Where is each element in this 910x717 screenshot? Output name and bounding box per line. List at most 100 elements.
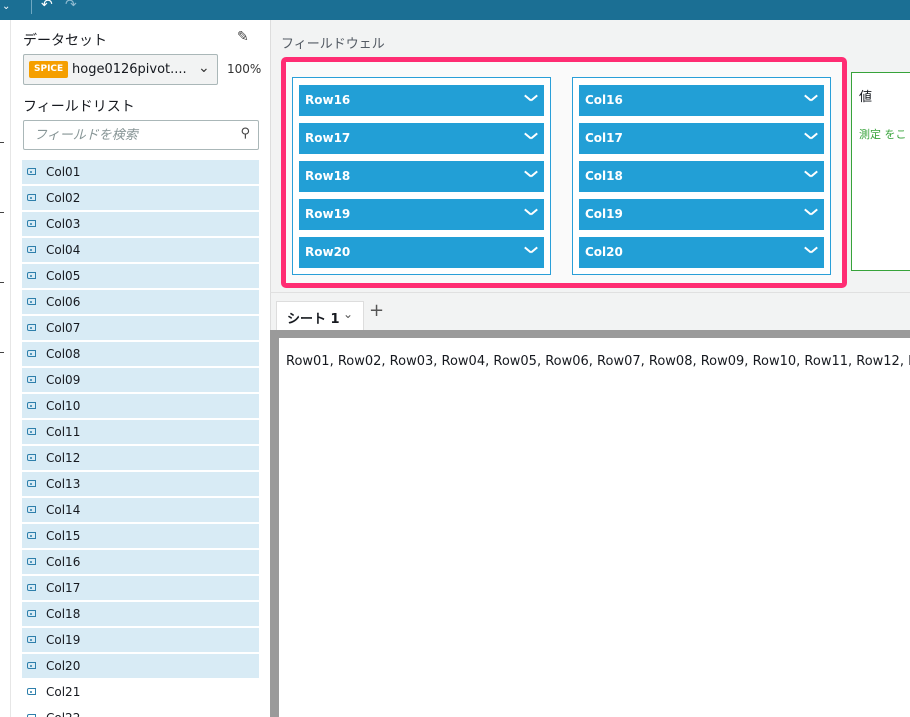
field-list-item-label: Col19 [46,633,81,647]
chevron-down-icon: ⌄ [198,60,210,76]
field-list-panel: データセット ✎ SPICE hoge0126pivot.... ⌄ 100% … [10,20,269,717]
field-list-item[interactable]: Col08 [22,342,259,366]
toolbar-divider [31,0,32,14]
columns-well[interactable]: Col16 Col17 Col18 Col19 Col20 [572,77,831,275]
field-list-item[interactable]: Col21 [22,680,259,704]
dimension-tag-icon [27,480,36,487]
add-sheet-button[interactable]: + [369,302,384,320]
field-list-item[interactable]: Col03 [22,212,259,236]
dataset-title: データセット [23,33,107,49]
column-field-pill[interactable]: Col19 [579,199,824,230]
values-well-title: 値 [859,90,873,105]
chevron-down-icon[interactable]: ⌄ [2,0,10,14]
chevron-down-icon[interactable] [526,94,536,104]
field-list-item[interactable]: Col22 [22,706,259,717]
field-list-item[interactable]: Col16 [22,550,259,574]
undo-icon[interactable]: ↶ [41,0,53,13]
column-field-pill[interactable]: Col17 [579,123,824,154]
chevron-down-icon[interactable] [806,132,816,142]
field-list-item[interactable]: Col18 [22,602,259,626]
search-icon[interactable]: ⚲ [240,126,250,141]
sheet-tab[interactable]: シート 1 ⌄ [276,301,364,331]
chevron-down-icon[interactable]: ⌄ [343,307,353,321]
field-list-item[interactable]: Col17 [22,576,259,600]
rows-well[interactable]: Row16 Row17 Row18 Row19 Row20 [292,77,551,275]
field-list-item[interactable]: Col11 [22,420,259,444]
row-field-pill-label: Row17 [305,131,351,145]
left-rail [0,20,10,717]
dimension-tag-icon [27,688,36,695]
chevron-down-icon[interactable] [806,246,816,256]
field-list-item[interactable]: Col20 [22,654,259,678]
column-field-pill[interactable]: Col16 [579,85,824,116]
field-list-item-label: Col08 [46,347,81,361]
field-list-item-label: Col13 [46,477,81,491]
field-list-item[interactable]: Col12 [22,446,259,470]
field-list-item[interactable]: Col01 [22,160,259,184]
chevron-down-icon[interactable] [806,94,816,104]
row-field-pill[interactable]: Row19 [299,199,544,230]
column-field-pill-label: Col20 [585,245,623,259]
field-list-item-label: Col22 [46,710,80,717]
field-search-input[interactable] [34,126,229,144]
field-list-item-label: Col11 [46,425,81,439]
field-list-item-label: Col05 [46,269,81,283]
field-list-item-label: Col21 [46,685,81,699]
field-list-item[interactable]: Col13 [22,472,259,496]
row-field-pill[interactable]: Row16 [299,85,544,116]
chevron-down-icon[interactable] [806,208,816,218]
chevron-down-icon[interactable] [526,132,536,142]
chevron-down-icon[interactable] [526,170,536,180]
field-list-item[interactable]: Col02 [22,186,259,210]
row-field-pill-label: Row20 [305,245,351,259]
dimension-tag-icon [27,350,36,357]
column-field-pill-label: Col17 [585,131,623,145]
row-field-pill-label: Row16 [305,93,351,107]
field-list-item-label: Col17 [46,581,81,595]
row-field-pill[interactable]: Row17 [299,123,544,154]
field-list-item-label: Col18 [46,607,81,621]
field-list-item-label: Col04 [46,243,81,257]
field-list-item[interactable]: Col09 [22,368,259,392]
rail-mark [0,282,4,283]
chevron-down-icon[interactable] [526,208,536,218]
dimension-tag-icon [27,246,36,253]
field-list-item[interactable]: Col14 [22,498,259,522]
dataset-name: hoge0126pivot.... [72,62,187,77]
field-list-item-label: Col10 [46,399,81,413]
dimension-tag-icon [27,532,36,539]
dimension-tag-icon [27,558,36,565]
field-search[interactable]: ⚲ [23,120,259,150]
field-list-item[interactable]: Col15 [22,524,259,548]
visual-row-headers: Row01, Row02, Row03, Row04, Row05, Row06… [286,354,910,369]
chevron-down-icon[interactable] [806,170,816,180]
field-list-item-label: Col15 [46,529,81,543]
rail-mark [0,142,4,143]
row-field-pill[interactable]: Row20 [299,237,544,268]
field-list-item[interactable]: Col04 [22,238,259,262]
field-list-item-label: Col01 [46,165,81,179]
highlight-frame: Row16 Row17 Row18 Row19 Row20 Col16 Col17 Col1… [281,57,847,288]
top-toolbar: ⌄ ↶ ↷ [0,0,910,20]
field-list-item[interactable]: Col19 [22,628,259,652]
dimension-tag-icon [27,220,36,227]
column-field-pill[interactable]: Col18 [579,161,824,192]
field-list-item[interactable]: Col06 [22,290,259,314]
values-well[interactable]: 値 測定 をこ [851,72,910,271]
field-list-item-label: Col09 [46,373,81,387]
field-list-item[interactable]: Col10 [22,394,259,418]
spice-badge: SPICE [29,61,69,78]
row-field-pill-label: Row18 [305,169,351,183]
column-field-pill[interactable]: Col20 [579,237,824,268]
redo-icon[interactable]: ↷ [65,0,77,13]
field-list-item[interactable]: Col07 [22,316,259,340]
dataset-select[interactable]: SPICE hoge0126pivot.... ⌄ [23,54,218,85]
pivot-visual[interactable]: Row01, Row02, Row03, Row04, Row05, Row06… [279,338,910,717]
dimension-tag-icon [27,428,36,435]
field-list-item[interactable]: Col05 [22,264,259,288]
row-field-pill[interactable]: Row18 [299,161,544,192]
pencil-icon[interactable]: ✎ [237,29,249,45]
chevron-down-icon[interactable] [526,246,536,256]
dimension-tag-icon [27,662,36,669]
field-well-title: フィールドウェル [281,37,385,52]
